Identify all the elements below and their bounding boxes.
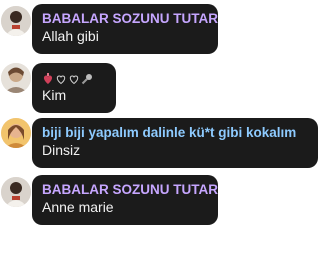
message-text: Dinsiz — [42, 142, 81, 158]
message-bubble: BABALAR SOZUNU TUTAR Anne marie — [32, 175, 218, 225]
message-bubble: biji biji yapalım dalinle kü*t gibi koka… — [32, 118, 318, 168]
message-author[interactable]: biji biji yapalım dalinle kü*t gibi koka… — [42, 124, 308, 141]
person-photo-icon — [1, 177, 31, 207]
message-author[interactable] — [42, 69, 106, 86]
heart-outline-icon — [55, 72, 67, 84]
microphone-icon — [81, 72, 93, 84]
message-text: Kim — [42, 87, 67, 103]
person-photo-icon — [1, 6, 31, 36]
person-photo-icon — [1, 63, 31, 93]
message-bubble: BABALAR SOZUNU TUTAR Allah gibi — [32, 4, 218, 54]
message-text: Allah gibi — [42, 28, 99, 44]
avatar[interactable] — [1, 6, 31, 36]
message-author[interactable]: BABALAR SOZUNU TUTAR — [42, 181, 218, 198]
avatar[interactable] — [1, 63, 31, 93]
message-author[interactable]: BABALAR SOZUNU TUTAR — [42, 10, 218, 27]
chat-feed: BABALAR SOZUNU TUTAR Allah gibi Kim biji… — [0, 0, 320, 277]
heart-outline-icon — [68, 72, 80, 84]
message-bubble: Kim — [32, 63, 116, 113]
anatomical-heart-icon — [42, 72, 54, 84]
avatar[interactable] — [1, 177, 31, 207]
person-photo-icon — [1, 118, 31, 148]
avatar[interactable] — [1, 118, 31, 148]
message-text: Anne marie — [42, 199, 114, 215]
